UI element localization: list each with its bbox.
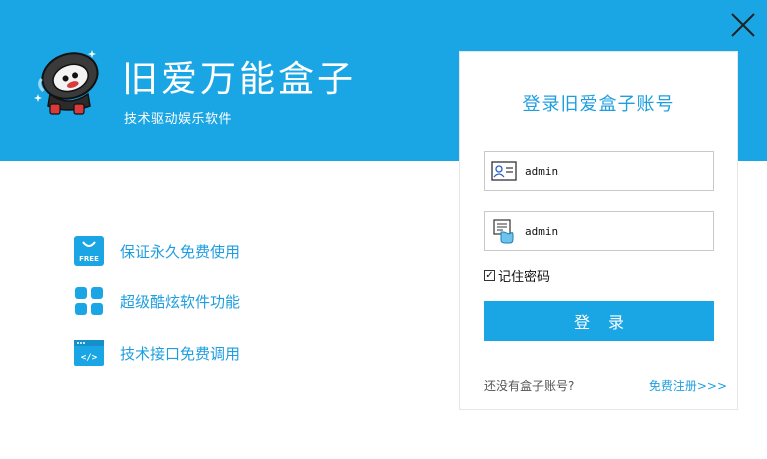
login-button[interactable]: 登录	[484, 301, 714, 341]
login-panel: 登录旧爱盒子账号 ✓ 记住密码 登录 还没有盒子账号? 免费注册>>>	[459, 51, 738, 410]
feature-item-free: FREE 保证永久免费使用	[74, 236, 240, 266]
remember-checkbox[interactable]: ✓	[484, 270, 495, 281]
feature-label: 超级酷炫软件功能	[120, 292, 241, 311]
password-input[interactable]	[525, 224, 705, 238]
close-icon	[731, 13, 755, 37]
free-bag-icon: FREE	[74, 236, 104, 266]
username-field[interactable]	[484, 151, 714, 191]
remember-label: 记住密码	[498, 270, 551, 285]
close-button[interactable]	[728, 10, 758, 40]
no-account-text: 还没有盒子账号?	[484, 379, 575, 393]
register-link[interactable]: 免费注册>>>	[649, 377, 727, 394]
feature-item-api: </> 技术接口免费调用	[74, 338, 240, 368]
apps-grid-icon	[75, 287, 103, 315]
app-title: 旧爱万能盒子	[122, 59, 357, 100]
feature-item-apps: 超级酷炫软件功能	[74, 286, 240, 316]
remember-password-option[interactable]: ✓ 记住密码	[484, 266, 550, 285]
login-title: 登录旧爱盒子账号	[522, 94, 675, 115]
free-icon-text: FREE	[79, 255, 99, 263]
username-input[interactable]	[525, 164, 705, 178]
feature-label: 技术接口免费调用	[120, 344, 241, 363]
password-card-icon	[493, 219, 514, 244]
code-icon-text: </>	[81, 353, 98, 363]
id-card-icon	[491, 161, 517, 181]
ninja-mascot-icon	[34, 50, 99, 115]
password-field[interactable]	[484, 211, 714, 251]
app-subtitle: 技术驱动娱乐软件	[124, 112, 233, 127]
code-window-icon: </>	[74, 340, 104, 366]
feature-label: 保证永久免费使用	[120, 242, 241, 261]
